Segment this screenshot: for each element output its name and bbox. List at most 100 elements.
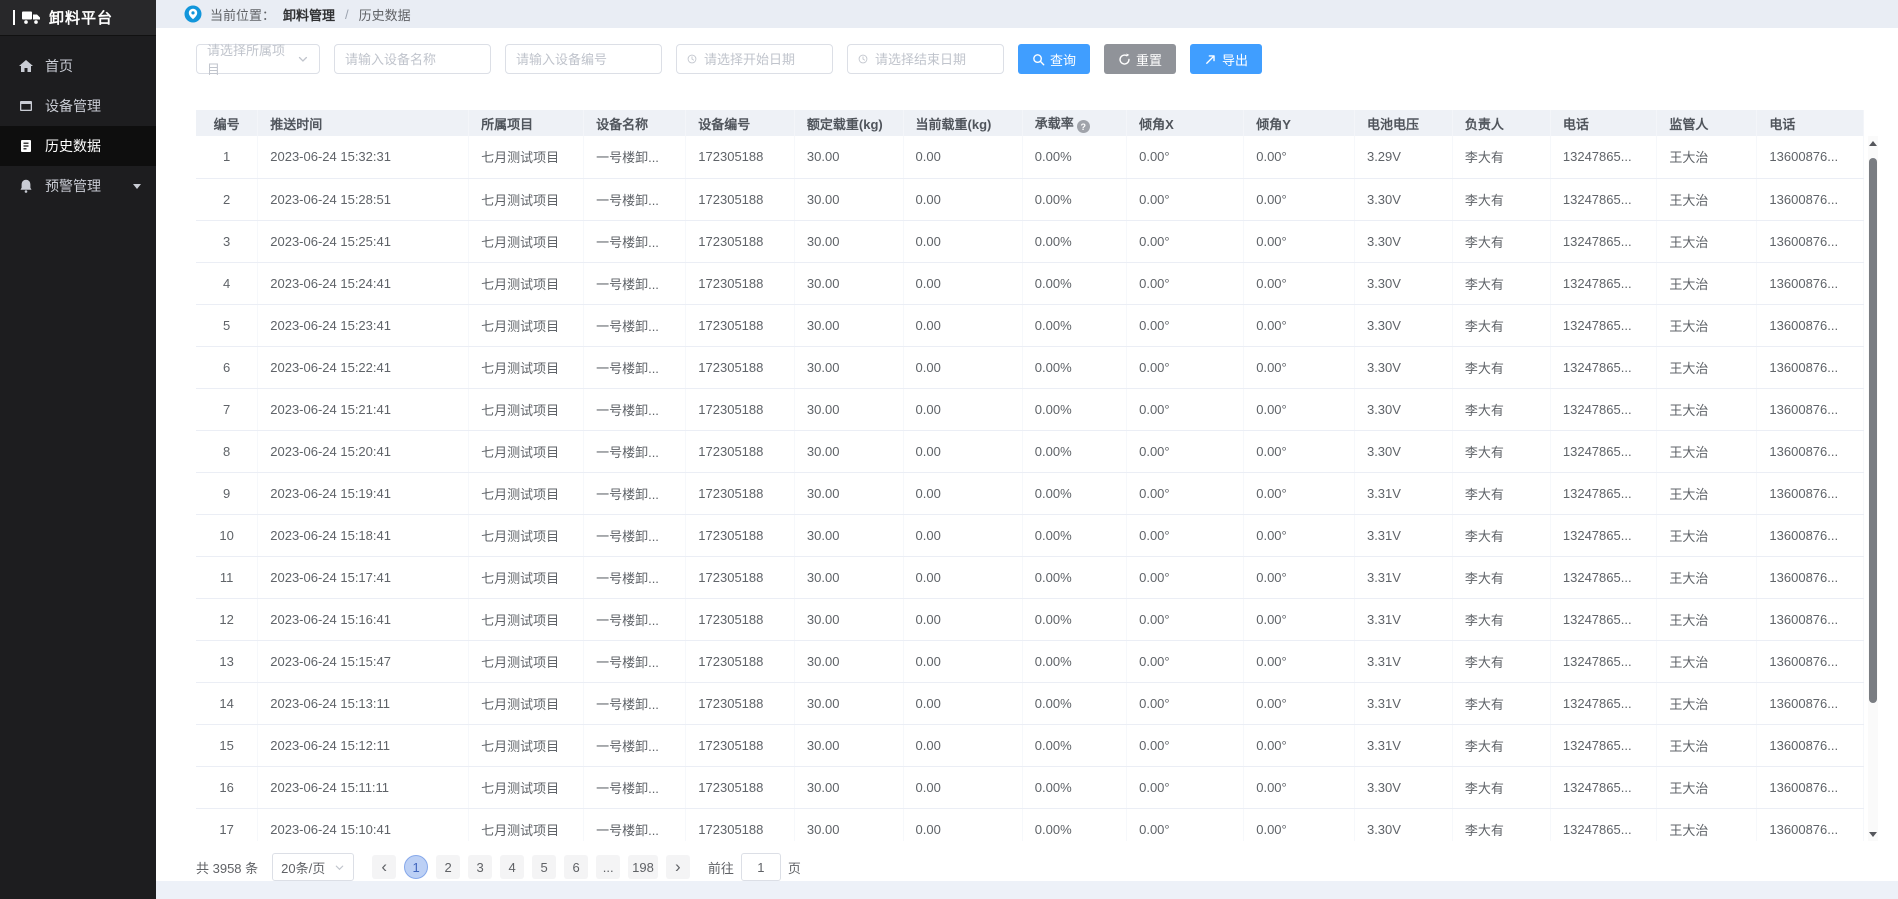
device-name-input[interactable] xyxy=(334,44,491,74)
table-cell: 172305188 xyxy=(686,178,795,220)
table-cell: 李大有 xyxy=(1452,514,1550,556)
table-cell: 0.00° xyxy=(1127,682,1244,724)
table-cell: 9 xyxy=(196,472,258,514)
table-cell: 一号楼卸... xyxy=(584,514,686,556)
table-cell: 13247865... xyxy=(1550,346,1656,388)
table-row: 32023-06-24 15:25:41七月测试项目一号楼卸...1723051… xyxy=(196,220,1864,262)
table-cell: 30.00 xyxy=(794,808,903,841)
pager-page-198[interactable]: 198 xyxy=(628,855,658,879)
sidebar-item-alerts[interactable]: 预警管理 xyxy=(0,166,156,206)
table-cell: 172305188 xyxy=(686,262,795,304)
reset-button[interactable]: 重置 xyxy=(1104,44,1176,74)
table-cell: 172305188 xyxy=(686,430,795,472)
scrollbar-thumb[interactable] xyxy=(1869,158,1877,703)
sidebar-item-history[interactable]: 历史数据 xyxy=(0,126,156,166)
table-cell: 王大治 xyxy=(1657,766,1757,808)
table-cell: 2023-06-24 15:18:41 xyxy=(258,514,469,556)
scroll-up-button[interactable] xyxy=(1868,136,1878,150)
device-code-input[interactable] xyxy=(505,44,662,74)
table-cell: 七月测试项目 xyxy=(469,598,584,640)
col-header-load-rate: 承载率? xyxy=(1022,110,1126,136)
table-cell: 13247865... xyxy=(1550,598,1656,640)
search-button[interactable]: 查询 xyxy=(1018,44,1090,74)
table-row: 62023-06-24 15:22:41七月测试项目一号楼卸...1723051… xyxy=(196,346,1864,388)
table-cell: 13247865... xyxy=(1550,724,1656,766)
table-row: 102023-06-24 15:18:41七月测试项目一号楼卸...172305… xyxy=(196,514,1864,556)
table-cell: 一号楼卸... xyxy=(584,430,686,472)
table-cell: 0.00° xyxy=(1244,598,1355,640)
table-cell: 0.00% xyxy=(1022,346,1126,388)
page-size-select[interactable]: 20条/页 xyxy=(272,853,354,881)
project-select[interactable]: 请选择所属项目 xyxy=(196,44,320,74)
table-cell: 0.00% xyxy=(1022,766,1126,808)
table-cell: 七月测试项目 xyxy=(469,220,584,262)
table-row: 172023-06-24 15:10:41七月测试项目一号楼卸...172305… xyxy=(196,808,1864,841)
table-cell: 0.00 xyxy=(903,262,1022,304)
table-cell: 13247865... xyxy=(1550,262,1656,304)
prev-page-button[interactable]: ‹ xyxy=(372,855,396,879)
triangle-up-icon xyxy=(1869,141,1877,146)
table-cell: 2023-06-24 15:22:41 xyxy=(258,346,469,388)
table-cell: 王大治 xyxy=(1657,808,1757,841)
sidebar-item-devices[interactable]: 设备管理 xyxy=(0,86,156,126)
table-cell: 李大有 xyxy=(1452,136,1550,178)
logo-bar-icon xyxy=(13,10,15,25)
goto-page-input[interactable] xyxy=(741,853,781,881)
scroll-down-button[interactable] xyxy=(1868,827,1878,841)
table-cell: 李大有 xyxy=(1452,346,1550,388)
next-page-button[interactable]: › xyxy=(666,855,690,879)
export-button[interactable]: 导出 xyxy=(1190,44,1262,74)
table-cell: 13600876... xyxy=(1757,766,1864,808)
table-cell: 0.00° xyxy=(1127,766,1244,808)
table-cell: 13600876... xyxy=(1757,178,1864,220)
table-cell: 30.00 xyxy=(794,304,903,346)
clock-icon xyxy=(858,52,868,66)
table-cell: 3.31V xyxy=(1354,556,1452,598)
table-cell: 一号楼卸... xyxy=(584,598,686,640)
help-icon[interactable]: ? xyxy=(1077,120,1090,133)
table-row: 112023-06-24 15:17:41七月测试项目一号楼卸...172305… xyxy=(196,556,1864,598)
end-date-picker[interactable] xyxy=(847,44,1004,74)
table-cell: 一号楼卸... xyxy=(584,262,686,304)
table-cell: 王大治 xyxy=(1657,346,1757,388)
table-cell: 3.30V xyxy=(1354,304,1452,346)
col-header-current-load: 当前载重(kg) xyxy=(903,110,1022,136)
sidebar-item-home[interactable]: 首页 xyxy=(0,46,156,86)
table-cell: 0.00% xyxy=(1022,640,1126,682)
pager-page-4[interactable]: 4 xyxy=(500,855,524,879)
pager-more-button[interactable]: ... xyxy=(596,855,620,879)
table-cell: 2023-06-24 15:11:11 xyxy=(258,766,469,808)
table-cell: 2023-06-24 15:24:41 xyxy=(258,262,469,304)
export-button-label: 导出 xyxy=(1222,50,1248,69)
table-cell: 七月测试项目 xyxy=(469,178,584,220)
table-cell: 一号楼卸... xyxy=(584,178,686,220)
pager-page-1[interactable]: 1 xyxy=(404,855,428,879)
table-cell: 李大有 xyxy=(1452,682,1550,724)
table-cell: 13247865... xyxy=(1550,514,1656,556)
table-cell: 13247865... xyxy=(1550,766,1656,808)
pager-page-5[interactable]: 5 xyxy=(532,855,556,879)
sidebar-item-label: 首页 xyxy=(45,56,73,76)
pager-page-6[interactable]: 6 xyxy=(564,855,588,879)
device-icon xyxy=(18,98,34,114)
table-cell: 0.00° xyxy=(1244,472,1355,514)
pager-page-2[interactable]: 2 xyxy=(436,855,460,879)
table-row: 152023-06-24 15:12:11七月测试项目一号楼卸...172305… xyxy=(196,724,1864,766)
table-cell: 0.00° xyxy=(1127,472,1244,514)
table-cell: 王大治 xyxy=(1657,220,1757,262)
table-cell: 0.00 xyxy=(903,598,1022,640)
table-cell: 0.00% xyxy=(1022,136,1126,178)
breadcrumb-section[interactable]: 卸料管理 xyxy=(283,5,335,24)
end-date-input[interactable] xyxy=(875,52,993,67)
triangle-down-icon xyxy=(1869,832,1877,837)
start-date-input[interactable] xyxy=(704,52,822,67)
table-cell: 2023-06-24 15:17:41 xyxy=(258,556,469,598)
table-cell: 七月测试项目 xyxy=(469,430,584,472)
table-row: 142023-06-24 15:13:11七月测试项目一号楼卸...172305… xyxy=(196,682,1864,724)
pager-page-3[interactable]: 3 xyxy=(468,855,492,879)
table-cell: 13247865... xyxy=(1550,178,1656,220)
table-cell: 2023-06-24 15:16:41 xyxy=(258,598,469,640)
start-date-picker[interactable] xyxy=(676,44,833,74)
vertical-scrollbar[interactable] xyxy=(1868,136,1878,841)
col-header-phone1: 电话 xyxy=(1550,110,1656,136)
